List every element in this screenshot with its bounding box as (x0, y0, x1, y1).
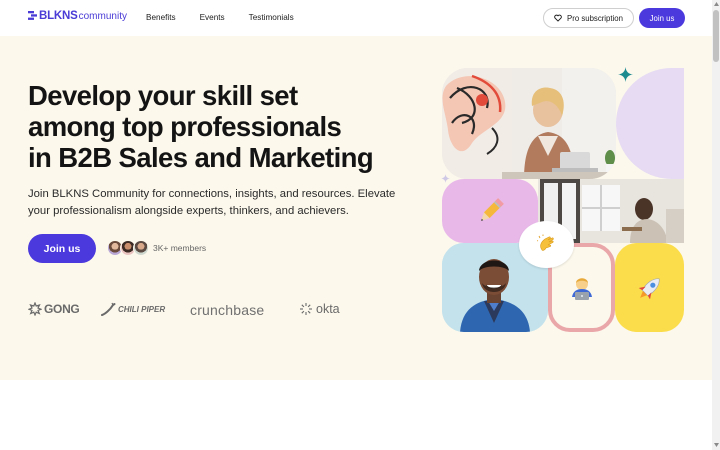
photo-woman-laptop (442, 68, 616, 179)
top-nav: BLKNS community Benefits Events Testimon… (0, 0, 712, 36)
okta-wordmark: okta (316, 302, 340, 316)
nav-link-events[interactable]: Events (200, 13, 225, 22)
heart-icon (554, 14, 562, 22)
logo-subtext: community (78, 11, 127, 22)
headline-line: Develop your skill set (28, 80, 298, 111)
logo-text: BLKNS (39, 10, 78, 22)
nav-link-testimonials[interactable]: Testimonials (249, 13, 294, 22)
scroll-up-arrow-icon[interactable] (714, 2, 719, 6)
join-us-nav-button[interactable]: Join us (639, 8, 685, 28)
clapping-hands-icon (537, 234, 554, 251)
clapping-bubble (519, 221, 574, 268)
crunchbase-wordmark: crunchbase (190, 302, 265, 318)
member-avatars (107, 240, 149, 256)
crunchbase-logo: crunchbase (190, 302, 264, 318)
pencil-icon (481, 198, 504, 221)
headline-line: among top professionals (28, 111, 342, 142)
chili-piper-wordmark: CHILI PIPER (118, 304, 166, 314)
scrollbar-thumb[interactable] (713, 10, 719, 62)
okta-sunburst-icon (300, 303, 312, 315)
headline-line: in B2B Sales and Marketing (28, 142, 374, 173)
logo-mark-icon (28, 11, 37, 20)
pro-subscription-button[interactable]: Pro subscription (543, 8, 634, 28)
scroll-down-arrow-icon[interactable] (714, 443, 719, 447)
woman-laptop-illustration (442, 68, 616, 179)
rocket-icon (638, 278, 660, 300)
sparkle-icon (618, 67, 633, 82)
hero-headline: Develop your skill set among top profess… (28, 80, 408, 173)
nav-links: Benefits Events Testimonials (146, 13, 318, 22)
gong-icon (28, 302, 42, 316)
join-us-hero-button[interactable]: Join us (28, 234, 96, 263)
avatar (133, 240, 149, 256)
chili-pepper-icon (101, 302, 116, 316)
gong-wordmark: GONG (44, 302, 80, 316)
pro-subscription-label: Pro subscription (567, 13, 623, 23)
okta-logo: okta (299, 302, 340, 316)
small-sparkle-icon (441, 174, 450, 183)
chili-piper-logo: CHILI PIPER (100, 302, 165, 316)
gong-logo: GONG (28, 302, 80, 316)
scrollbar[interactable] (712, 0, 720, 450)
brand-logo[interactable]: BLKNS community (28, 10, 127, 22)
members-count: 3K+ members (153, 243, 207, 253)
nav-link-benefits[interactable]: Benefits (146, 13, 176, 22)
rocket-tile (615, 243, 684, 332)
hero-subtitle: Join BLKNS Community for connections, in… (28, 188, 396, 217)
partner-logos: GONG CHILI PIPER crunchbase okta (28, 302, 358, 322)
technologist-icon (572, 278, 592, 300)
